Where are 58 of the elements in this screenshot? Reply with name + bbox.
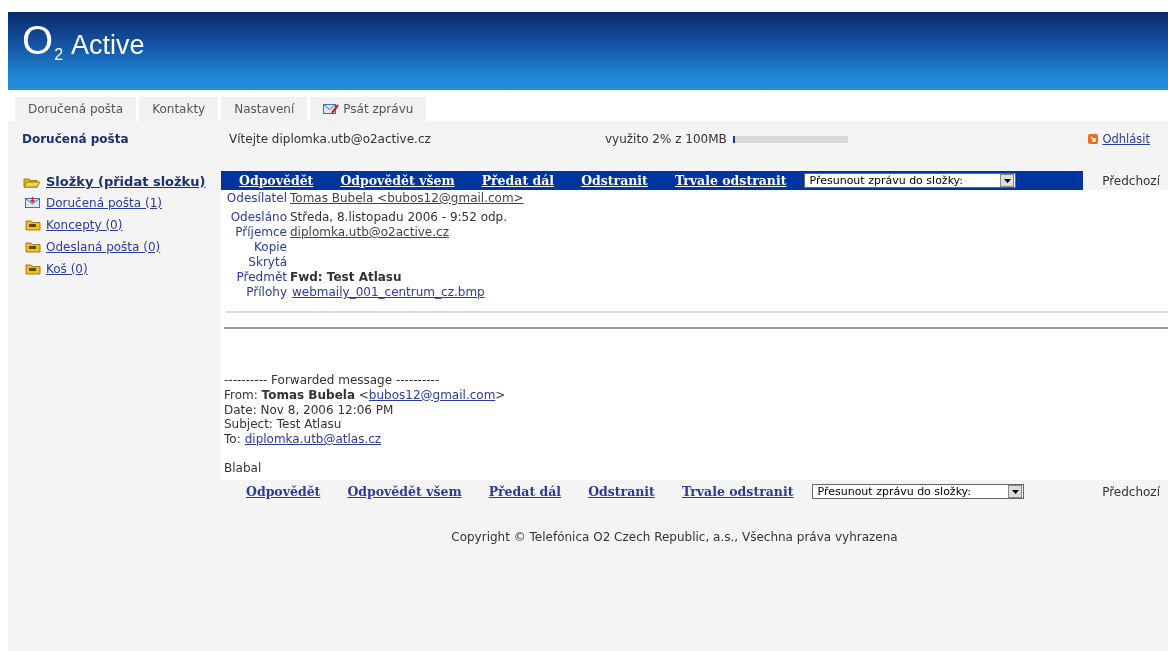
header-link[interactable]: diplomka.utb@o2active.cz xyxy=(290,225,449,239)
header-label: Odesláno xyxy=(229,210,287,225)
header-value: Fwd: Test Atlasu xyxy=(290,270,402,284)
usage-text: využito 2% z 100MB xyxy=(605,132,727,146)
move-folder-select[interactable]: Přesunout zprávu do složky: xyxy=(804,173,1017,188)
attachment-link[interactable]: webmaily_001_centrum_cz.bmp xyxy=(292,285,485,299)
toolbar-link[interactable]: Odstranit xyxy=(588,484,655,500)
copyright-text: Copyright © Telefónica O2 Czech Republic, a.s., Všechna práva vyhrazena xyxy=(450,529,899,544)
toolbar-link[interactable]: Trvale odstranit xyxy=(674,173,787,188)
previous-link[interactable]: Předchozí xyxy=(1102,174,1160,188)
tab[interactable]: Kontakty xyxy=(139,97,219,121)
dropdown-arrow-icon xyxy=(1003,178,1011,183)
toolbar-link[interactable]: Odpovědět všem xyxy=(340,173,455,188)
body-text: ---------- Forwarded message ---------- xyxy=(224,373,441,388)
toolbar-link[interactable]: Předat dál xyxy=(481,173,555,188)
folder-link[interactable]: Doručená pošta (1) xyxy=(46,196,162,210)
body-text: Blabal xyxy=(224,461,263,476)
body-text: To: xyxy=(224,432,241,447)
logout-link[interactable]: Odhlásit xyxy=(1102,132,1150,146)
folder-link[interactable]: Koncepty (0) xyxy=(46,218,123,232)
toolbar-link[interactable]: Předat dál xyxy=(488,484,562,500)
email-link[interactable]: diplomka.utb@atlas.cz xyxy=(244,432,382,447)
body-text: From: Tomas Bubela < xyxy=(224,387,369,402)
tab[interactable]: Nastavení xyxy=(221,97,308,121)
folder-title: Doručená pošta xyxy=(22,132,130,146)
tab[interactable]: Doručená pošta xyxy=(15,97,137,121)
tab[interactable]: Psát zprávu xyxy=(310,97,427,121)
toolbar-link[interactable]: Odpovědět xyxy=(239,173,314,188)
move-folder-select[interactable]: Přesunout zprávu do složky: xyxy=(812,484,1025,500)
header-label: Přílohy xyxy=(245,285,287,300)
toolbar-link[interactable]: Odpovědět xyxy=(246,484,321,500)
logout-icon xyxy=(1088,134,1099,144)
folder-link[interactable]: Koš (0) xyxy=(46,262,88,276)
envelope-pencil-icon xyxy=(323,103,340,115)
header-label: Předmět xyxy=(235,270,287,285)
body-text: Subject: Test Atlasu xyxy=(224,417,343,433)
folder-icon xyxy=(25,263,41,275)
header-label: Kopie xyxy=(253,240,287,255)
header-value: Středa, 8.listopadu 2006 - 9:52 odp. xyxy=(290,210,508,224)
folder-icon xyxy=(25,241,41,253)
welcome-text: Vítejte diplomka.utb@o2active.cz xyxy=(229,132,432,146)
header-label: Příjemce xyxy=(234,225,287,240)
body-text: > xyxy=(495,387,506,402)
header-label: Odesílatel xyxy=(225,191,287,206)
envelope-icon xyxy=(25,197,41,209)
folders-link[interactable]: Složky (přidat složku) xyxy=(46,174,206,189)
header-link[interactable]: Tomas Bubela <bubos12@gmail.com> xyxy=(290,191,524,205)
dropdown-arrow-icon xyxy=(1011,489,1019,494)
open-folder-icon xyxy=(23,175,41,188)
toolbar-link[interactable]: Odstranit xyxy=(581,173,648,188)
header-label: Skrytá xyxy=(247,255,287,270)
folder-icon xyxy=(25,219,41,231)
previous-link[interactable]: Předchozí xyxy=(1102,484,1160,499)
body-text: Date: Nov 8, 2006 12:06 PM xyxy=(224,402,395,418)
email-link[interactable]: bubos12@gmail.com xyxy=(368,387,496,402)
folder-link[interactable]: Odeslaná pošta (0) xyxy=(46,240,161,254)
toolbar-link[interactable]: Odpovědět všem xyxy=(347,484,462,500)
toolbar-link[interactable]: Trvale odstranit xyxy=(681,484,794,500)
